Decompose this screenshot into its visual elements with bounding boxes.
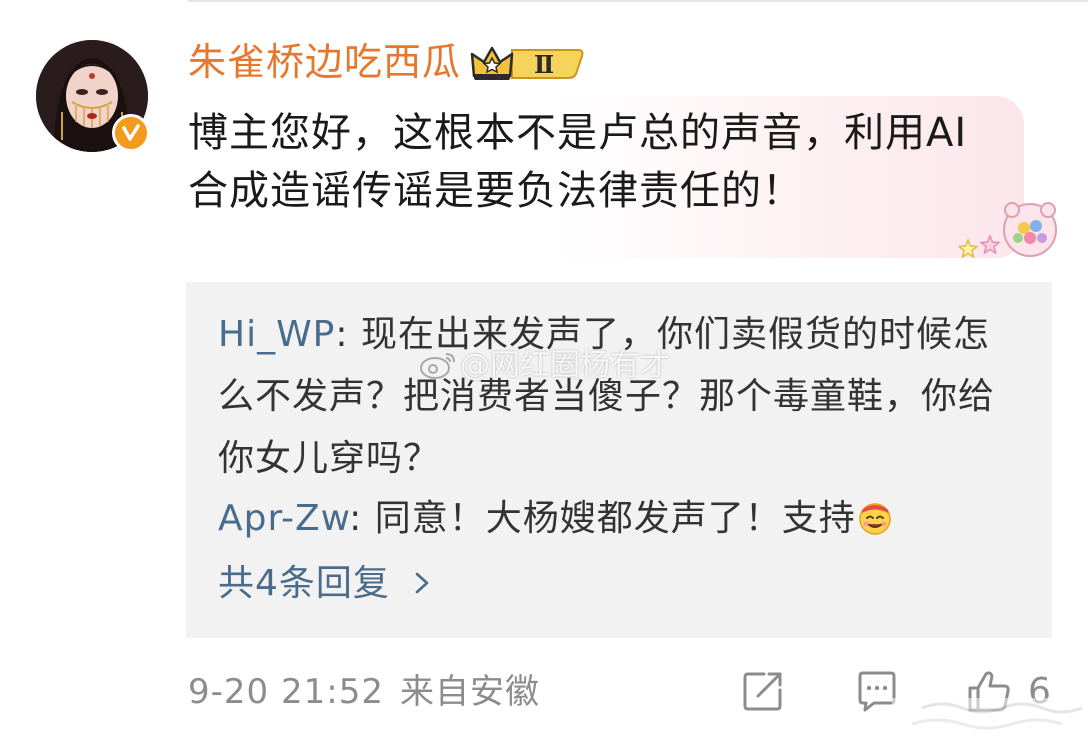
comment-text: 博主您好，这根本不是卢总的声音，利用AI合成造谣传谣是要负法律责任的！ <box>188 110 968 214</box>
chevron-right-icon <box>408 569 436 597</box>
reply-separator: : <box>335 314 361 355</box>
more-replies-link[interactable]: 共4条回复 <box>218 556 436 612</box>
reply-text: 同意！大杨嫂都发声了！支持 <box>374 498 856 539</box>
crown-icon: Ⅱ <box>470 46 584 80</box>
share-button[interactable] <box>740 668 786 714</box>
divider <box>188 0 1088 2</box>
more-replies-label: 共4条回复 <box>218 563 390 604</box>
watermark: @网红圈杨有才 <box>418 346 670 386</box>
username[interactable]: 朱雀桥边吃西瓜 <box>188 38 461 86</box>
cheer-face-emoji-icon <box>856 498 894 536</box>
reply-author[interactable]: Hi_WP <box>218 314 335 355</box>
comment-meta: 9-20 21:52 来自安徽 <box>188 668 540 716</box>
reply-item[interactable]: Hi_WP: 现在出来发声了，你们卖假货的时候怎么不发声？把消费者当傻子？那个毒… <box>218 304 1018 490</box>
reply-author[interactable]: Apr-Zw <box>218 498 349 539</box>
level-number: Ⅱ <box>534 50 554 79</box>
location-source: 来自安徽 <box>399 672 540 712</box>
verified-badge <box>112 114 150 152</box>
verified-v-icon <box>122 124 140 141</box>
share-icon <box>743 672 782 711</box>
watermark-text: @网红圈杨有才 <box>460 348 670 383</box>
pig-stars-decoration-icon <box>958 202 1057 259</box>
corner-logo-overlay <box>892 698 1088 737</box>
bubble-decoration <box>958 196 1058 266</box>
reply-separator: : <box>349 498 375 539</box>
weibo-watermark-bar-icon <box>892 698 1088 737</box>
timestamp: 9-20 21:52 <box>188 672 384 712</box>
member-level-badge[interactable]: Ⅱ <box>468 40 586 84</box>
reply-item[interactable]: Apr-Zw: 同意！大杨嫂都发声了！支持 <box>218 488 1018 550</box>
weibo-logo-icon <box>418 348 458 380</box>
comment-card: 朱雀桥边吃西瓜 Ⅱ 博主您好，这根本不是卢总的声音，利用AI合成造谣传谣是要负法… <box>0 0 1088 737</box>
